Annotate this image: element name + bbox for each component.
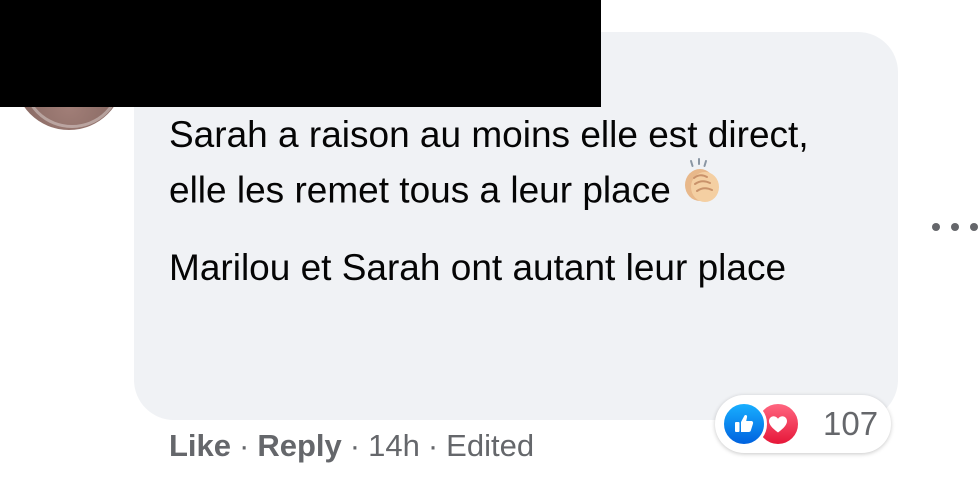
like-reaction-icon	[721, 401, 767, 447]
reaction-icons	[721, 399, 821, 449]
comment-paragraph-1: Sarah a raison au moins elle est direct,…	[169, 108, 849, 223]
edited-label[interactable]: Edited	[446, 428, 534, 463]
comment-paragraph-2-text: Marilou et Sarah ont autant leur place	[169, 247, 787, 288]
comment-actions: Like · Reply · 14h · Edited	[169, 426, 534, 466]
more-dot-icon	[951, 223, 959, 231]
comment-view: Sarah a raison au moins elle est direct,…	[0, 0, 980, 478]
comment-body: Sarah a raison au moins elle est direct,…	[169, 108, 849, 295]
separator: ·	[239, 428, 250, 463]
reaction-count: 107	[823, 405, 879, 442]
like-button[interactable]: Like	[169, 428, 231, 463]
reply-button[interactable]: Reply	[257, 428, 341, 463]
clapping-hands-icon	[679, 158, 725, 219]
comment-paragraph-2: Marilou et Sarah ont autant leur place	[169, 241, 849, 295]
redacted-commenter-name	[0, 0, 601, 107]
comment-timestamp[interactable]: 14h	[368, 428, 420, 463]
separator: ·	[427, 428, 439, 463]
more-dot-icon	[932, 223, 940, 231]
reactions-summary[interactable]: 107	[715, 395, 891, 453]
more-options-button[interactable]	[932, 217, 978, 237]
more-dot-icon	[970, 223, 978, 231]
separator: ·	[349, 428, 361, 463]
